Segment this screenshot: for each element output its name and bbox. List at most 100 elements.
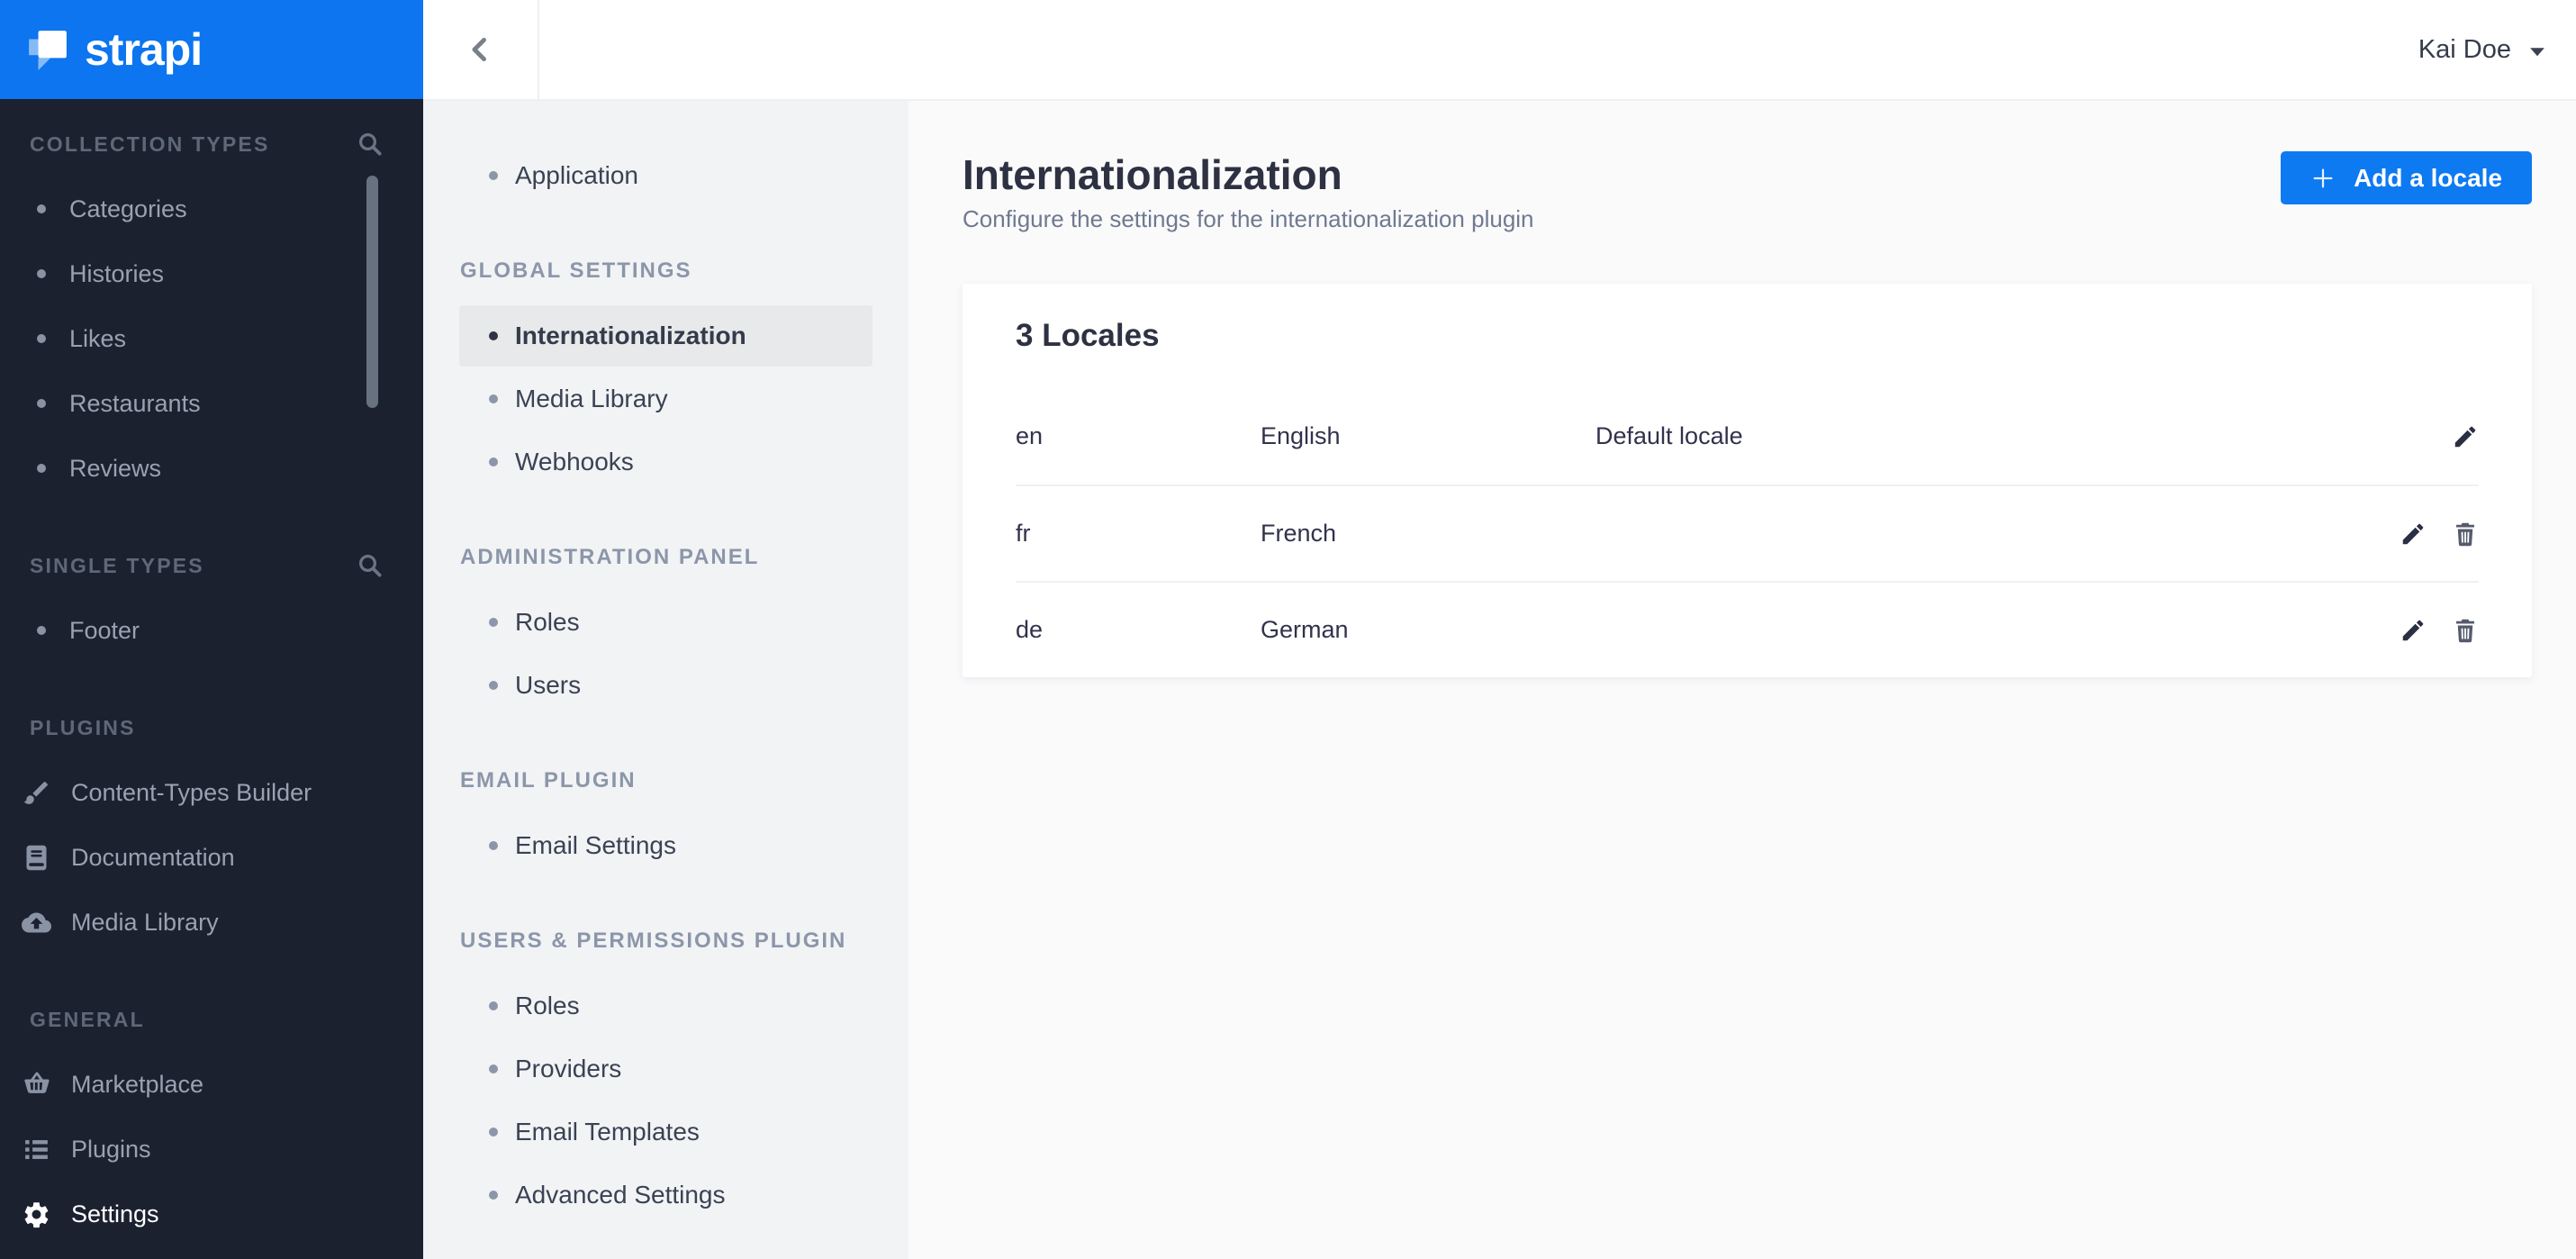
sidebar-item-footer[interactable]: Footer <box>0 598 423 663</box>
edit-locale-button[interactable] <box>2452 423 2479 450</box>
nav-section-collection-types: COLLECTION TYPES <box>0 112 423 177</box>
book-icon <box>22 843 51 873</box>
sidebar-item-plugins[interactable]: Plugins <box>0 1117 423 1182</box>
locale-row-en: en English Default locale <box>1016 388 2479 485</box>
locale-code: en <box>1016 422 1044 449</box>
sidebar-item-histories[interactable]: Histories <box>0 241 423 306</box>
user-name: Kai Doe <box>2418 34 2511 64</box>
sidebar-item-settings[interactable]: Settings <box>0 1182 423 1246</box>
user-menu[interactable]: Kai Doe <box>2418 0 2576 99</box>
settings-item-advanced-settings[interactable]: Advanced Settings <box>459 1164 872 1226</box>
strapi-logo-icon <box>27 29 68 70</box>
sidebar-item-media-library[interactable]: Media Library <box>0 890 423 955</box>
bullet-icon <box>489 457 498 466</box>
locale-row-de: de German <box>1016 581 2479 677</box>
bullet-icon <box>37 204 46 213</box>
paintbrush-icon <box>22 778 51 808</box>
locales-card-title: 3 Locales <box>1016 318 1160 353</box>
settings-item-label: Media Library <box>515 385 668 412</box>
settings-section-users-permissions-plugin: USERS & PERMISSIONS PLUGIN <box>460 928 847 953</box>
sidebar-item-likes[interactable]: Likes <box>0 306 423 371</box>
nav-section-plugins: PLUGINS <box>30 715 136 739</box>
edit-locale-button[interactable] <box>2400 617 2427 644</box>
page-header: Internationalization Configure the setti… <box>963 151 2532 233</box>
delete-locale-button[interactable] <box>2452 617 2479 644</box>
trash-icon <box>2456 522 2474 546</box>
settings-item-label: Webhooks <box>515 448 634 476</box>
locale-name: English <box>1261 422 1341 449</box>
locale-row-fr: fr French <box>1016 485 2479 581</box>
sidebar-item-documentation[interactable]: Documentation <box>0 825 423 890</box>
settings-item-media-library[interactable]: Media Library <box>459 368 872 430</box>
settings-item-email-settings[interactable]: Email Settings <box>459 815 872 876</box>
sidebar-item-label: Footer <box>69 616 140 644</box>
bullet-icon <box>489 171 498 180</box>
bullet-icon <box>489 618 498 627</box>
bullet-icon <box>489 1128 498 1137</box>
row-actions <box>2400 617 2479 644</box>
main-sidebar: strapi COLLECTION TYPES Categories Histo… <box>0 0 423 1259</box>
settings-item-label: Roles <box>515 608 580 636</box>
pencil-icon <box>2402 523 2424 544</box>
locale-note: Default locale <box>1595 422 1743 449</box>
bullet-icon <box>489 394 498 403</box>
settings-item-email-templates[interactable]: Email Templates <box>459 1101 872 1163</box>
settings-item-webhooks[interactable]: Webhooks <box>459 431 872 493</box>
sidebar-item-categories[interactable]: Categories <box>0 177 423 241</box>
sidebar-item-label: Reviews <box>69 454 162 482</box>
add-locale-label: Add a locale <box>2354 163 2502 192</box>
settings-item-application[interactable]: Application <box>459 145 872 206</box>
sidebar-item-restaurants[interactable]: Restaurants <box>0 371 423 436</box>
sidebar-item-label: Restaurants <box>69 389 201 417</box>
sidebar-item-label: Histories <box>69 259 165 287</box>
bullet-icon <box>489 841 498 850</box>
bullet-icon <box>37 399 46 408</box>
strapi-logo[interactable]: strapi <box>0 0 423 99</box>
delete-locale-button[interactable] <box>2452 521 2479 548</box>
settings-item-label: Internationalization <box>515 322 746 349</box>
settings-item-label: Application <box>515 161 638 189</box>
sidebar-item-label: Content-Types Builder <box>71 778 312 806</box>
page-title: Internationalization <box>963 151 1342 198</box>
search-icon[interactable] <box>357 131 384 158</box>
settings-item-label: Providers <box>515 1055 622 1082</box>
settings-item-label: Email Templates <box>515 1118 700 1146</box>
cloud-upload-icon <box>22 908 51 937</box>
row-actions <box>2400 521 2479 548</box>
locale-code: de <box>1016 616 1044 643</box>
sidebar-item-marketplace[interactable]: Marketplace <box>0 1052 423 1117</box>
bullet-icon <box>489 681 498 690</box>
bullet-icon <box>489 1064 498 1073</box>
add-locale-button[interactable]: Add a locale <box>2281 151 2532 204</box>
pencil-icon <box>2454 426 2476 447</box>
back-button[interactable] <box>423 0 539 99</box>
settings-item-admin-roles[interactable]: Roles <box>459 592 872 653</box>
settings-sidebar: Application GLOBAL SETTINGS Internationa… <box>423 101 908 1259</box>
locales-card: 3 Locales en English Default locale fr F… <box>963 284 2532 677</box>
topbar: Kai Doe <box>423 0 2576 101</box>
nav-section-single-types: SINGLE TYPES <box>0 533 423 598</box>
settings-item-admin-users[interactable]: Users <box>459 655 872 716</box>
settings-item-label: Users <box>515 671 582 699</box>
settings-section-global-settings: GLOBAL SETTINGS <box>460 258 692 283</box>
settings-item-label: Advanced Settings <box>515 1181 726 1209</box>
brand-name: strapi <box>85 24 203 75</box>
pencil-icon <box>2402 620 2424 640</box>
edit-locale-button[interactable] <box>2400 521 2427 548</box>
sidebar-scrollbar[interactable] <box>366 176 378 408</box>
search-icon[interactable] <box>357 552 384 579</box>
settings-item-providers[interactable]: Providers <box>459 1038 872 1100</box>
sidebar-item-reviews[interactable]: Reviews <box>0 436 423 501</box>
sidebar-item-label: Media Library <box>71 908 219 936</box>
sidebar-item-content-types-builder[interactable]: Content-Types Builder <box>0 760 423 825</box>
settings-section-email-plugin: EMAIL PLUGIN <box>460 768 637 793</box>
page-subtitle: Configure the settings for the internati… <box>963 205 1534 232</box>
bullet-icon <box>489 1001 498 1010</box>
row-actions <box>2452 423 2479 450</box>
settings-item-up-roles[interactable]: Roles <box>459 975 872 1037</box>
settings-item-internationalization[interactable]: Internationalization <box>459 305 872 367</box>
settings-item-label: Roles <box>515 992 580 1019</box>
locale-name: French <box>1261 520 1337 547</box>
sidebar-item-label: Settings <box>71 1200 159 1227</box>
locale-code: fr <box>1016 520 1031 547</box>
